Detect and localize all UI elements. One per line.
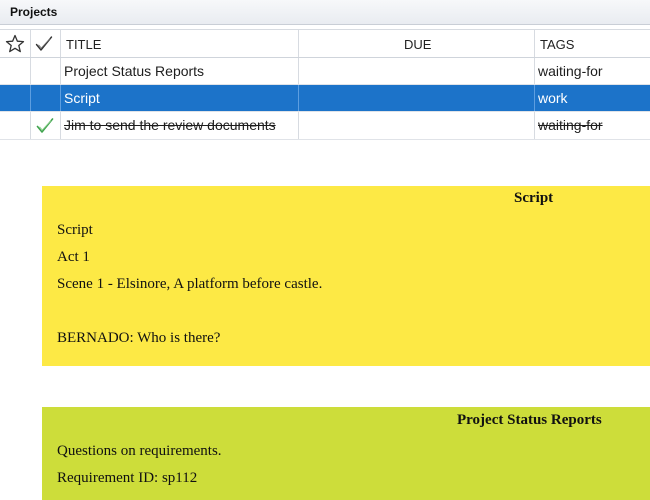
- column-due-label: DUE: [404, 37, 432, 52]
- note-card: Project Status Reports Questions on requ…: [42, 407, 650, 500]
- grid-header: TITLE DUE TAGS: [0, 29, 650, 58]
- star-cell[interactable]: [0, 58, 31, 84]
- table-row[interactable]: Project Status Reports waiting-for: [0, 58, 650, 85]
- row-title: Project Status Reports: [64, 63, 205, 79]
- star-cell[interactable]: [0, 85, 31, 111]
- due-cell[interactable]: [299, 85, 535, 111]
- note-line: Questions on requirements.: [57, 443, 222, 459]
- note-line: Scene 1 - Elsinore, A platform before ca…: [57, 276, 323, 292]
- note-line: Requirement ID: sp112: [57, 470, 198, 486]
- notes-preview: Script Script Act 1 Scene 1 - Elsinore, …: [0, 146, 650, 500]
- star-cell[interactable]: [0, 112, 31, 139]
- column-tags-label: TAGS: [540, 37, 575, 52]
- task-grid: TITLE DUE TAGS Project Status Reports wa…: [0, 29, 650, 175]
- complete-cell[interactable]: [31, 58, 61, 84]
- note-title: Script: [514, 190, 554, 206]
- row-title: Script: [64, 90, 100, 106]
- table-row-selected[interactable]: Script work: [0, 85, 650, 112]
- row-tags: waiting-for: [538, 117, 603, 133]
- panel-title: Projects: [10, 5, 58, 19]
- note-line: Act 1: [57, 249, 90, 265]
- due-cell[interactable]: [299, 58, 535, 84]
- note-line: BERNADO: Who is there?: [57, 330, 221, 346]
- complete-cell[interactable]: [31, 85, 61, 111]
- row-title: Jim to send the review documents: [64, 117, 276, 133]
- checkmark-icon: [34, 34, 54, 59]
- due-cell[interactable]: [299, 112, 535, 139]
- completed-check-icon[interactable]: [35, 116, 55, 141]
- row-tags: waiting-for: [538, 63, 603, 79]
- row-tags: work: [538, 90, 568, 106]
- panel-header: Projects: [0, 0, 650, 25]
- app-window: Projects TITLE DUE TAGS Project Status R…: [0, 0, 650, 500]
- note-title: Project Status Reports: [457, 412, 602, 428]
- column-title-label: TITLE: [66, 37, 102, 52]
- note-line: Script: [57, 222, 93, 238]
- star-outline-icon: [5, 34, 25, 59]
- table-row-completed[interactable]: Jim to send the review documents waiting…: [0, 112, 650, 140]
- note-card: Script Script Act 1 Scene 1 - Elsinore, …: [42, 186, 650, 366]
